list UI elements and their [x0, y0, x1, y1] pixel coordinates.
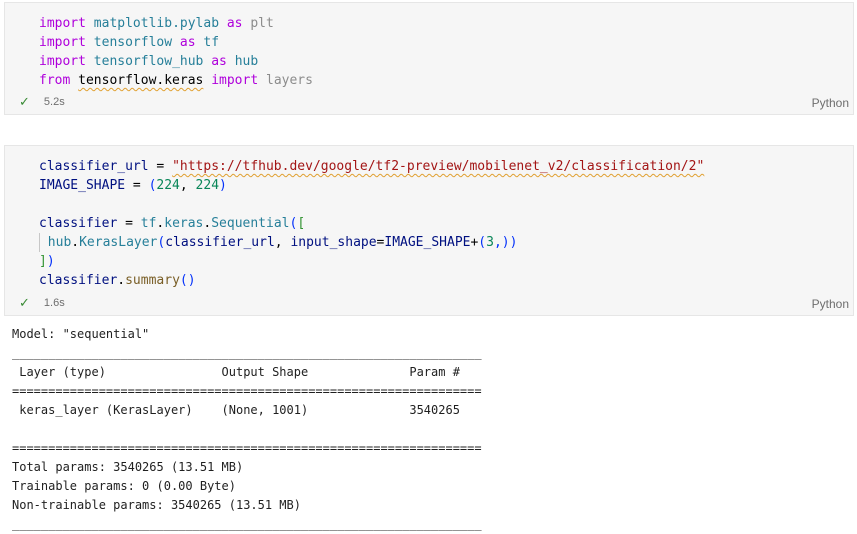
- code-line: ]): [39, 252, 704, 271]
- code-token: hub: [47, 235, 72, 250]
- cell-output: Model: "sequential" _____________________…: [12, 325, 482, 534]
- code-token: keras: [164, 216, 204, 231]
- code-token: classifier: [39, 216, 118, 231]
- code-token: (): [179, 273, 196, 288]
- code-token: tensorflow.keras: [78, 73, 204, 88]
- code-line: import tensorflow as tf: [39, 33, 313, 52]
- code-token: classifier_url: [39, 159, 149, 174]
- code-token: tf: [140, 216, 157, 231]
- code-token: 3: [486, 235, 494, 250]
- code-cell-classifier[interactable]: classifier_url = "https://tfhub.dev/goog…: [4, 145, 854, 316]
- code-line: classifier = tf.keras.Sequential([: [39, 214, 704, 233]
- code-token: "https://tfhub.dev/google/tf2-preview/mo…: [172, 159, 705, 174]
- code-token: classifier: [39, 273, 118, 288]
- code-line: from tensorflow.keras import layers: [39, 71, 313, 90]
- output-line: Trainable params: 0 (0.00 Byte): [12, 479, 236, 493]
- code-cell-imports[interactable]: import matplotlib.pylab as plt import ten…: [4, 2, 854, 115]
- code-token: as: [179, 35, 196, 50]
- code-token: summary: [125, 273, 180, 288]
- code-token: matplotlib.pylab: [93, 16, 220, 31]
- code-token: classifier_url: [165, 235, 275, 250]
- code-token: =: [148, 159, 173, 174]
- code-token: .: [71, 235, 80, 250]
- language-label[interactable]: Python: [812, 96, 849, 110]
- checkmark-icon: ✓: [19, 295, 30, 310]
- code-token: as: [226, 16, 243, 31]
- code-token: ,: [274, 235, 291, 250]
- output-line: ========================================…: [12, 441, 482, 455]
- code-line: IMAGE_SHAPE = (224, 224): [39, 176, 704, 195]
- code-token: ]: [39, 254, 47, 269]
- code-token: IMAGE_SHAPE: [384, 235, 471, 250]
- code-token: import: [39, 54, 86, 69]
- code-token: from: [39, 73, 71, 88]
- output-line: Layer (type) Output Shape Param #: [12, 365, 482, 379]
- output-line: ________________________________________…: [12, 517, 482, 531]
- checkmark-icon: ✓: [19, 94, 30, 109]
- code-token: 224: [156, 178, 180, 193]
- output-line: ========================================…: [12, 384, 482, 398]
- code-token: KerasLayer: [79, 235, 158, 250]
- code-token: [: [297, 216, 306, 231]
- code-token: =: [125, 178, 149, 193]
- cell-status: ✓ 1.6s: [19, 295, 65, 311]
- execution-time: 1.6s: [43, 297, 65, 309]
- code-token: ): [46, 254, 55, 269]
- code-token: ): [219, 178, 227, 193]
- code-token: import: [211, 73, 259, 88]
- code-token: import: [39, 16, 86, 31]
- code-token: hub: [234, 54, 259, 69]
- code-token: ,): [493, 235, 510, 250]
- code-token: tensorflow: [93, 35, 173, 50]
- code-token: (: [478, 235, 487, 250]
- code-token: .: [117, 273, 126, 288]
- code-token: plt: [250, 16, 274, 31]
- output-line: keras_layer (KerasLayer) (None, 1001) 35…: [12, 403, 482, 417]
- output-line: Total params: 3540265 (13.51 MB): [12, 460, 244, 474]
- code-token: layers: [266, 73, 313, 88]
- code-line: hub.KerasLayer ( classifier_url, input_sha…: [39, 233, 704, 252]
- execution-time: 5.2s: [43, 96, 65, 108]
- code-token: IMAGE_SHAPE: [39, 178, 126, 193]
- code-token: ,: [179, 178, 196, 193]
- code-token: as: [211, 54, 227, 69]
- output-line: ________________________________________…: [12, 346, 482, 360]
- output-line: Non-trainable params: 3540265 (13.51 MB): [12, 498, 301, 512]
- language-label[interactable]: Python: [812, 297, 849, 311]
- code-token: 224: [195, 178, 220, 193]
- code-line: classifier.summary(): [39, 271, 704, 290]
- code-line: classifier_url = "https://tfhub.dev/goog…: [39, 157, 704, 176]
- code-token: import: [39, 35, 86, 50]
- code-token: =: [117, 216, 141, 231]
- code-token: ): [509, 235, 518, 250]
- code-token: input_shape: [290, 235, 377, 250]
- output-line: Model: "sequential": [12, 327, 150, 341]
- code-line: import matplotlib.pylab as plt: [39, 14, 313, 33]
- code-token: tf: [203, 35, 220, 50]
- code-editor[interactable]: classifier_url = "https://tfhub.dev/goog…: [39, 157, 704, 290]
- code-token: Sequential: [211, 216, 290, 231]
- code-editor[interactable]: import matplotlib.pylab as plt import ten…: [39, 14, 313, 90]
- cell-status: ✓ 5.2s: [19, 94, 65, 110]
- code-line: import tensorflow_hub as hub: [39, 52, 313, 71]
- indent-guide: [39, 233, 48, 252]
- code-token: tensorflow_hub: [93, 54, 204, 69]
